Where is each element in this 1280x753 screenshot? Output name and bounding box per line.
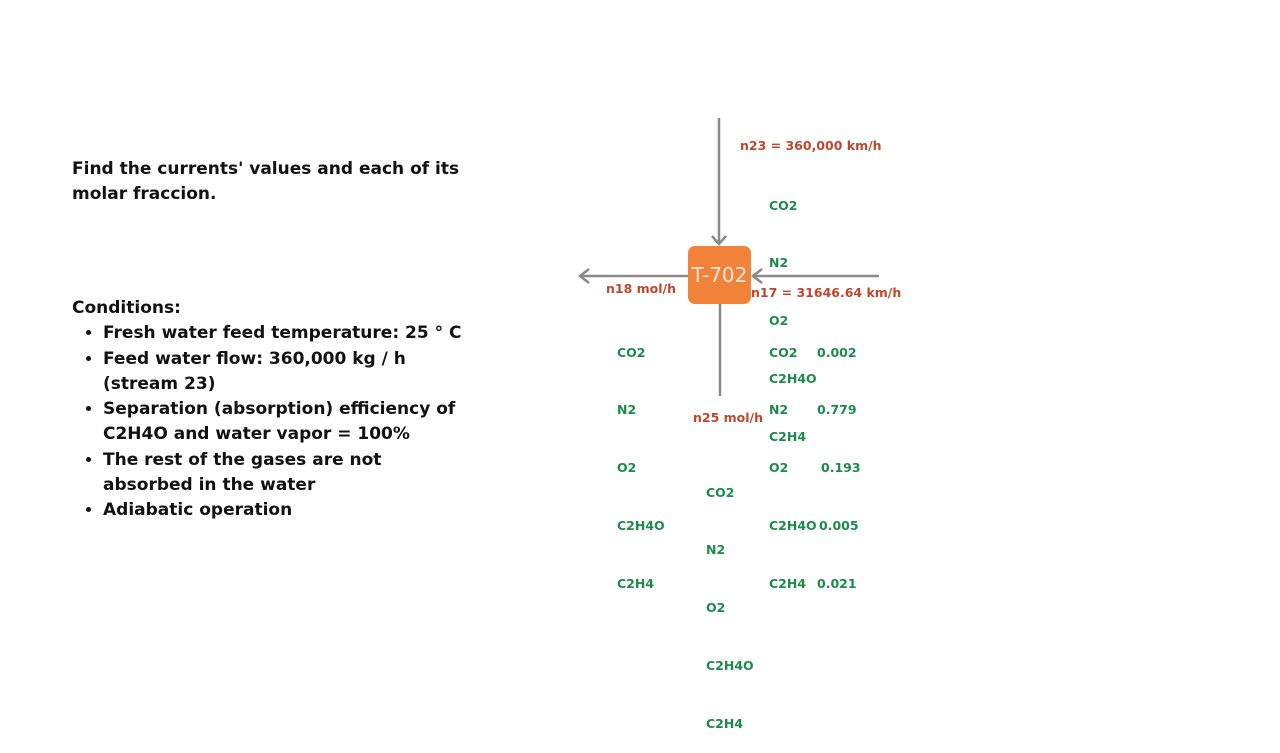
stream-n25-label: n25 mol/h [693,410,764,425]
stream-n25-components: CO2 N2 O2 C2H4O C2H4 [706,444,754,753]
component-name: C2H4O [769,518,817,534]
component-name: C2H4 [769,576,807,592]
component-fraction: 0.779 [817,402,857,418]
stream-n17-components: CO2 0.002 N2 0.779 O2 0.193 C2H4O 0.005 C2H4… [769,304,861,613]
stream-n18-components: CO2 N2 O2 C2H4O C2H4 [617,304,665,613]
component-row: N2 0.779 [769,400,861,419]
component-fraction: 0.002 [817,344,857,360]
component: N2 [706,542,726,558]
component: O2 [617,460,637,476]
component: CO2 [769,197,798,213]
component: C2H4O [706,658,754,674]
component: N2 [769,255,789,271]
component: C2H4 [617,576,655,592]
component-row: O2 0.193 [769,458,861,477]
stream-n23-arrow [711,118,727,246]
component: C2H4O [617,518,665,534]
component: N2 [617,402,637,418]
component-fraction: 0.021 [817,576,857,592]
component: C2H4 [706,716,744,732]
component-name: CO2 [769,344,798,360]
component-row: CO2 0.002 [769,343,861,362]
component: CO2 [617,344,646,360]
component-name: O2 [769,460,789,476]
stream-n18-label: n18 mol/h [606,281,677,296]
component-fraction: 0.005 [819,518,859,534]
stream-n17-label: n17 = 31646.64 km/h [751,285,902,300]
component: O2 [706,600,726,616]
component-row: C2H4O 0.005 [769,516,861,535]
component-name: N2 [769,402,789,418]
component-row: C2H4 0.021 [769,574,861,593]
component-fraction: 0.193 [821,460,861,476]
stream-n23-label: n23 = 360,000 km/h [740,138,882,153]
unit-t702: T-702 [688,246,751,304]
component: CO2 [706,484,735,500]
